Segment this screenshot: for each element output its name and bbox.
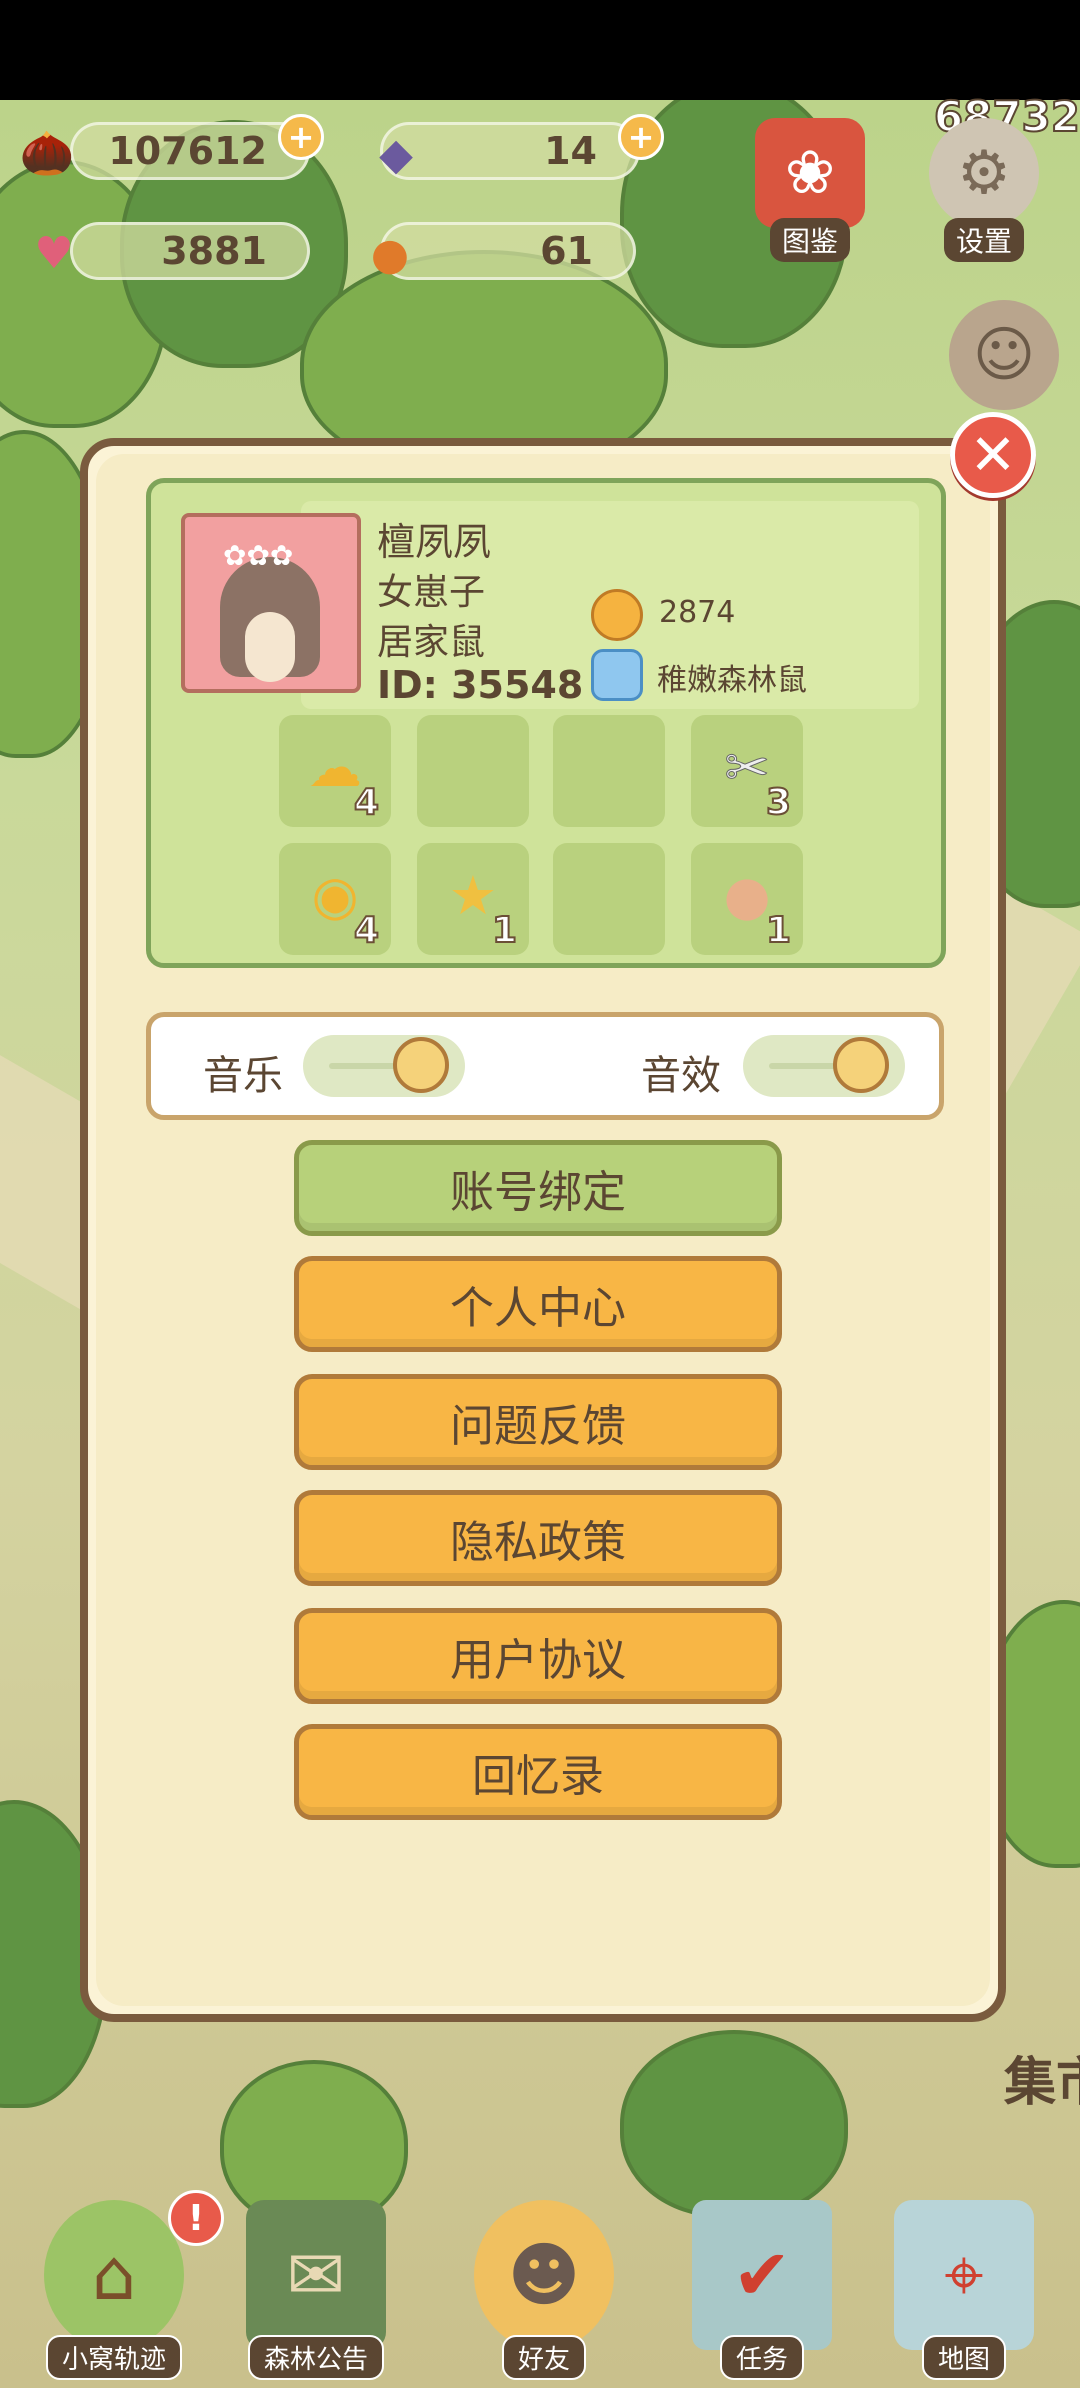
inventory-slot[interactable]: ◉ 4 bbox=[279, 843, 391, 955]
pumpkin-count: 61 bbox=[540, 229, 593, 273]
item-count: 1 bbox=[491, 909, 518, 952]
badge-icon bbox=[591, 649, 643, 701]
toggle-knob bbox=[833, 1037, 889, 1093]
bell-icon bbox=[591, 589, 643, 641]
music-label: 音乐 bbox=[203, 1053, 283, 1099]
music-toggle[interactable] bbox=[303, 1035, 465, 1097]
friends-icon: ☻ bbox=[474, 2200, 614, 2350]
status-bar bbox=[0, 0, 1080, 100]
bell-count: 2874 bbox=[659, 595, 736, 630]
player-rank: 居家鼠 bbox=[377, 622, 486, 663]
heart-counter: 3881 bbox=[70, 222, 310, 280]
inventory-slot[interactable]: ✂ 3 bbox=[691, 715, 803, 827]
nav-forest-notice[interactable]: ✉ 森林公告 bbox=[236, 2200, 396, 2380]
player-name: 檀夙夙 bbox=[377, 520, 492, 564]
item-count: 4 bbox=[353, 781, 380, 824]
nav-friends[interactable]: ☻ 好友 bbox=[464, 2200, 624, 2380]
clipboard-icon: ✔ bbox=[692, 2200, 832, 2350]
personal-center-button[interactable]: 个人中心 bbox=[294, 1256, 782, 1352]
acorn-icon: 🌰 bbox=[19, 128, 75, 179]
settings-label: 设置 bbox=[943, 218, 1024, 262]
acorn-counter: 107612 bbox=[70, 122, 310, 180]
inventory-slot[interactable] bbox=[553, 843, 665, 955]
add-acorn-button[interactable]: + bbox=[278, 114, 324, 160]
sfx-label: 音效 bbox=[641, 1053, 721, 1099]
encyclopedia-button[interactable]: ❀ 图鉴 bbox=[750, 118, 870, 262]
nav-label: 森林公告 bbox=[247, 2335, 385, 2380]
heart-icon: ♥ bbox=[34, 227, 74, 279]
pumpkin-icon: ● bbox=[370, 228, 410, 280]
privacy-policy-button[interactable]: 隐私政策 bbox=[294, 1490, 782, 1586]
inventory-slot[interactable]: ☁ 4 bbox=[279, 715, 391, 827]
inventory-slot[interactable] bbox=[417, 715, 529, 827]
house-icon: ⌂ bbox=[44, 2200, 184, 2350]
item-count: 1 bbox=[765, 909, 792, 952]
sloth-gift-icon[interactable]: ☺ bbox=[944, 300, 1064, 410]
item-count: 4 bbox=[353, 909, 380, 952]
badge-label: 稚嫩森林鼠 bbox=[657, 663, 807, 698]
gear-icon: ⚙ bbox=[929, 118, 1039, 228]
player-title: 女崽子 bbox=[377, 572, 486, 613]
player-id: ID: 35548 bbox=[377, 663, 584, 707]
sound-settings: 音乐 音效 bbox=[146, 1012, 944, 1120]
map-icon: ⌖ bbox=[894, 2200, 1034, 2350]
avatar[interactable]: ✿✿✿ bbox=[181, 513, 361, 693]
nav-label: 小窝轨迹 bbox=[45, 2335, 183, 2380]
encyclopedia-label: 图鉴 bbox=[769, 218, 850, 262]
add-gem-button[interactable]: + bbox=[618, 114, 664, 160]
inventory-slot[interactable]: ● 1 bbox=[691, 843, 803, 955]
profile-card: ✿✿✿ 檀夙夙 女崽子 居家鼠 ID: 35548 2874 稚嫩森林鼠 ☁ 4… bbox=[146, 478, 946, 968]
nav-tasks[interactable]: ✔ 任务 bbox=[682, 2200, 842, 2380]
sfx-toggle[interactable] bbox=[743, 1035, 905, 1097]
toggle-knob bbox=[393, 1037, 449, 1093]
nav-map[interactable]: ⌖ 地图 bbox=[884, 2200, 1044, 2380]
settings-button[interactable]: ⚙ 设置 bbox=[924, 118, 1044, 262]
nav-label: 好友 bbox=[501, 2335, 587, 2380]
bottom-nav: ⌂ 小窝轨迹 ! ✉ 森林公告 ☻ 好友 ✔ 任务 ⌖ 地图 bbox=[0, 2180, 1080, 2388]
nav-label: 地图 bbox=[921, 2335, 1007, 2380]
heart-count: 3881 bbox=[161, 229, 267, 273]
acorn-count: 107612 bbox=[108, 129, 267, 173]
inventory-slot[interactable] bbox=[553, 715, 665, 827]
flower-crown-icon: ✿✿✿ bbox=[223, 539, 294, 572]
nav-label: 任务 bbox=[719, 2335, 805, 2380]
gem-icon: ◆ bbox=[379, 128, 413, 180]
account-bind-button[interactable]: 账号绑定 bbox=[294, 1140, 782, 1236]
alert-badge: ! bbox=[168, 2190, 224, 2246]
close-icon[interactable]: ✕ bbox=[950, 412, 1036, 498]
memoir-button[interactable]: 回忆录 bbox=[294, 1724, 782, 1820]
feedback-button[interactable]: 问题反馈 bbox=[294, 1374, 782, 1470]
envelope-icon: ✉ bbox=[246, 2200, 386, 2350]
market-sign: 集市 bbox=[1004, 2053, 1080, 2113]
inventory-slot[interactable]: ★ 1 bbox=[417, 843, 529, 955]
user-agreement-button[interactable]: 用户协议 bbox=[294, 1608, 782, 1704]
gem-count: 14 bbox=[544, 129, 597, 173]
item-count: 3 bbox=[765, 781, 792, 824]
book-icon: ❀ bbox=[755, 118, 865, 228]
